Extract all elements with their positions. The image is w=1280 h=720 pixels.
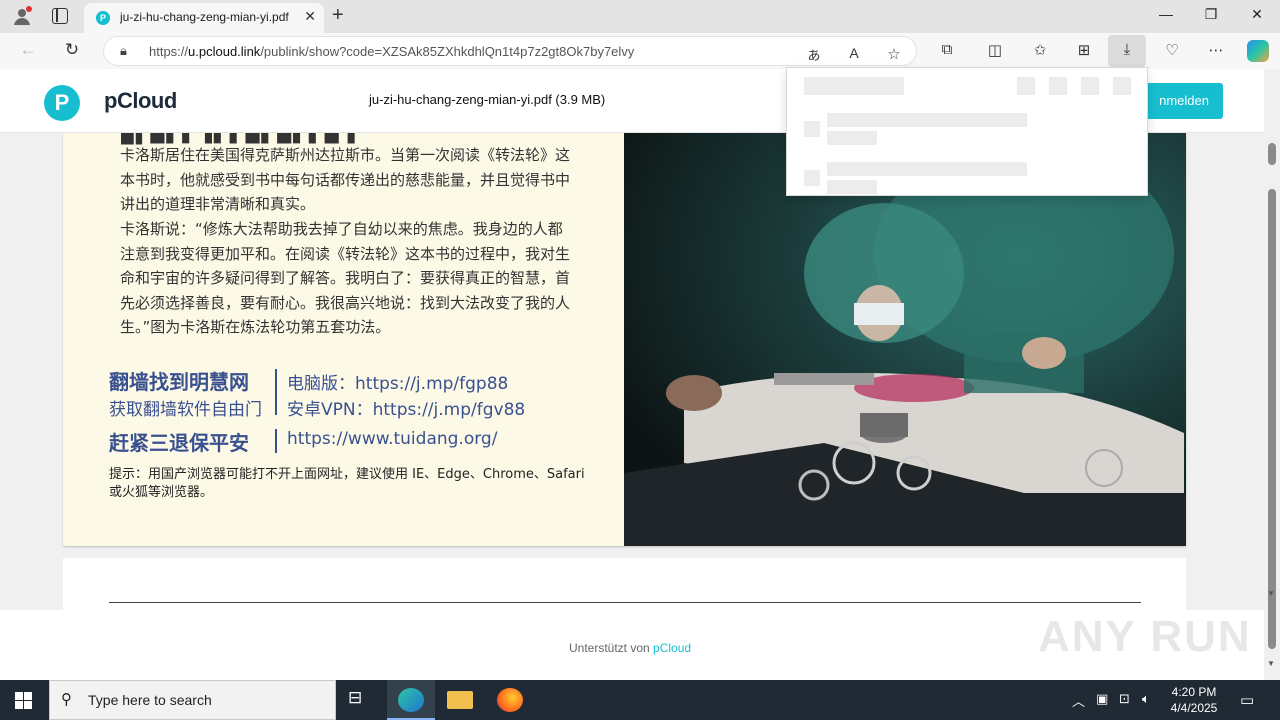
anyrun-watermark: ANY RUN: [1038, 612, 1252, 661]
firefox-icon[interactable]: [497, 688, 523, 712]
skeleton-item-line: [827, 162, 1027, 176]
pcloud-logo-icon[interactable]: P: [44, 85, 80, 121]
tab-actions-icon[interactable]: [52, 8, 68, 24]
link-pc[interactable]: 电脑版：https://j.mp/fgp88: [287, 369, 508, 394]
pcloud-favicon-icon: P: [96, 11, 110, 25]
search-icon: ⚲: [61, 691, 72, 708]
pdf-paragraph-2: 卡洛斯说：“修炼大法帮助我去掉了自幼以来的焦虑。我身边的人都注意到我变得更加平和…: [120, 220, 571, 336]
promo-title-2: 赶紧三退保平安: [109, 431, 249, 455]
tip-text: 提示：用国产浏览器可能打不开上面网址，建议使用 IE、Edge、Chrome、S…: [109, 467, 585, 500]
pdf-paragraph-1: 卡洛斯居住在美国得克萨斯州达拉斯市。当第一次阅读《转法轮》这本书时，他就感受到书…: [120, 146, 571, 213]
volume-icon[interactable]: 🔈︎: [1142, 691, 1150, 707]
new-tab-icon[interactable]: +: [332, 4, 344, 27]
tab-close-icon[interactable]: ✕: [304, 8, 316, 25]
task-view-icon[interactable]: ⊟: [348, 688, 374, 712]
taskbar-clock[interactable]: 4:20 PM 4/4/2025: [1166, 684, 1222, 716]
tab-strip: P ju-zi-hu-chang-zeng-mian-yi.pdf ✕ + — …: [0, 0, 1280, 33]
search-placeholder: Type here to search: [88, 692, 212, 708]
pcloud-logo-text[interactable]: pCloud: [104, 88, 177, 114]
back-icon[interactable]: ←: [17, 40, 39, 60]
copilot-icon[interactable]: [1247, 40, 1269, 62]
file-explorer-icon[interactable]: [447, 691, 473, 709]
lock-icon[interactable]: 🔒︎: [120, 43, 127, 59]
skeleton-item-icon: [804, 121, 820, 137]
footer-powered-by: Unterstützt von pCloud: [569, 641, 692, 655]
divider: [275, 429, 277, 453]
edge-icon[interactable]: [398, 688, 424, 712]
footer-pcloud-link[interactable]: pCloud: [653, 641, 691, 655]
pdf-page-2: [63, 558, 1186, 618]
link-tuidang[interactable]: https://www.tuidang.org/: [287, 429, 497, 449]
skeleton-item-line: [827, 113, 1027, 127]
tray-device-icon[interactable]: ▣: [1096, 691, 1108, 707]
taskbar: ⚲ Type here to search ⊟ ︿ ▣ ⊡ 🔈︎ 4:20 PM…: [0, 680, 1280, 720]
pcloud-footer: Unterstützt von pCloud ANY RUN: [0, 610, 1264, 680]
tab-title: ju-zi-hu-chang-zeng-mian-yi.pdf: [120, 10, 289, 24]
address-bar[interactable]: 🔒︎ https://u.pcloud.link/publink/show?co…: [103, 36, 917, 66]
skeleton-action: [1081, 77, 1099, 95]
tab-active[interactable]: P ju-zi-hu-chang-zeng-mian-yi.pdf ✕: [84, 3, 324, 33]
url-text[interactable]: https://u.pcloud.link/publink/show?code=…: [149, 44, 634, 59]
inner-scroll-thumb[interactable]: [1268, 143, 1276, 165]
file-name: ju-zi-hu-chang-zeng-mian-yi.pdf (3.9 MB): [369, 92, 606, 107]
read-aloud-icon[interactable]: A: [844, 45, 864, 61]
scroll-down-icon[interactable]: ▼: [1267, 659, 1275, 668]
network-icon[interactable]: ⊡: [1119, 691, 1130, 707]
notifications-icon[interactable]: ▭: [1240, 691, 1254, 709]
skeleton-action: [1017, 77, 1035, 95]
tray-chevron-icon[interactable]: ︿: [1072, 691, 1085, 710]
skeleton-item-icon: [804, 170, 820, 186]
divider: [109, 602, 1141, 603]
clock-time: 4:20 PM: [1171, 685, 1217, 699]
browser-toolbar: ← ↻ 🔒︎ https://u.pcloud.link/publink/sho…: [0, 33, 1280, 69]
divider: [275, 369, 277, 415]
more-icon[interactable]: ⋯: [1206, 41, 1226, 59]
extensions-icon[interactable]: ⧉: [937, 41, 957, 58]
translate-icon[interactable]: あ: [804, 45, 824, 64]
skeleton-action: [1049, 77, 1067, 95]
promo-subtitle: 获取翻墙软件自由门: [109, 400, 262, 420]
profile-icon[interactable]: [12, 6, 32, 26]
favorite-star-icon[interactable]: ☆: [884, 45, 904, 63]
skeleton-action: [1113, 77, 1131, 95]
skeleton-item-line: [827, 180, 877, 194]
taskbar-search[interactable]: ⚲ Type here to search: [49, 680, 336, 720]
promo-title: 翻墙找到明慧网: [109, 370, 249, 394]
collections-icon[interactable]: ⊞: [1074, 41, 1094, 59]
link-android[interactable]: 安卓VPN：https://j.mp/fgv88: [287, 395, 525, 420]
favorites-icon[interactable]: ✩: [1030, 41, 1050, 59]
minimize-icon[interactable]: —: [1156, 6, 1176, 22]
scrollbar[interactable]: ▼ ▼: [1264, 69, 1280, 680]
skeleton-title: [804, 77, 904, 95]
scroll-up-icon[interactable]: ▼: [1267, 589, 1275, 598]
performance-icon[interactable]: ♡: [1162, 41, 1182, 59]
downloads-panel: [786, 67, 1148, 196]
downloads-icon: ⤓: [1123, 41, 1131, 58]
skeleton-item-line: [827, 131, 877, 145]
restore-icon[interactable]: ❐: [1201, 6, 1221, 23]
window-close-icon[interactable]: ✕: [1247, 6, 1267, 23]
windows-start-icon[interactable]: [15, 692, 32, 709]
clock-date: 4/4/2025: [1170, 701, 1218, 715]
split-screen-icon[interactable]: ◫: [985, 41, 1005, 59]
scroll-thumb[interactable]: [1268, 189, 1276, 649]
refresh-icon[interactable]: ↻: [61, 40, 83, 60]
downloads-button[interactable]: ⤓: [1108, 35, 1146, 67]
